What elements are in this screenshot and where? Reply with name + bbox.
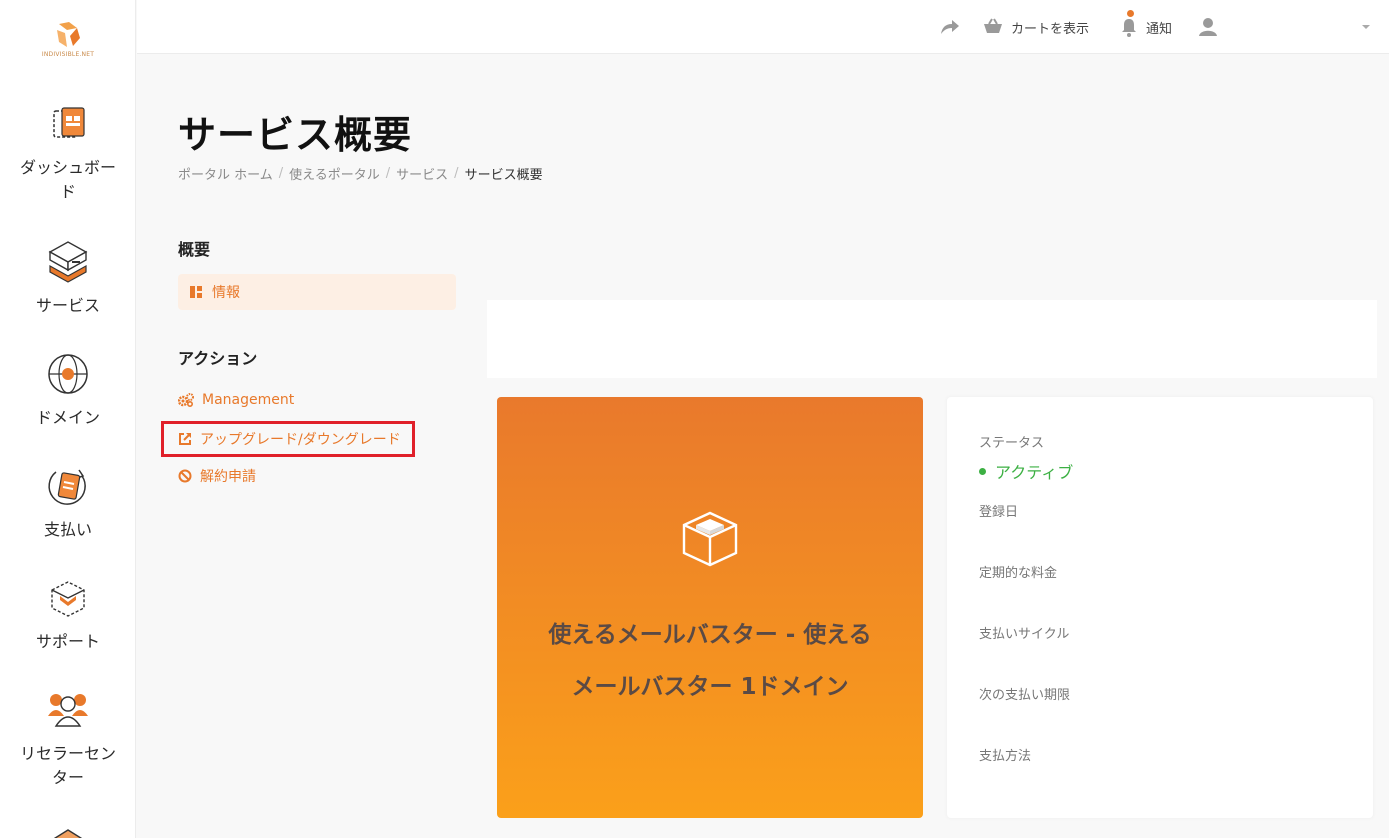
sidebar-item-label: 支払い (43, 520, 92, 539)
breadcrumb-separator: / (385, 166, 391, 181)
status-text: アクティブ (995, 463, 1074, 482)
sidebar-item-dashboard[interactable]: ダッシュボード (0, 102, 135, 204)
breadcrumb: ポータル ホーム / 使えるポータル / サービス / サービス概要 (178, 164, 543, 183)
product-name: 使えるメールバスター - 使えるメールバスター 1ドメイン (548, 622, 872, 700)
highlight-annotation (161, 421, 415, 457)
breadcrumb-separator: / (454, 166, 459, 181)
sidebar-item-support[interactable]: サポート (0, 576, 135, 654)
logo-text: INDIVISIBLE.NET (41, 51, 95, 58)
sidebar-item-label: ダッシュボード (19, 158, 116, 201)
status-value: アクティブ (979, 459, 1073, 483)
sidebar-item-domain[interactable]: ドメイン (0, 352, 135, 430)
service-box-icon (48, 241, 88, 283)
breadcrumb-current: サービス概要 (464, 168, 543, 183)
overview-section-title: 概要 (178, 240, 211, 259)
product-box-icon (682, 511, 738, 567)
brand-logo[interactable]: INDIVISIBLE.NET (38, 20, 98, 64)
notification-dot (1127, 10, 1134, 17)
payment-method-label: 支払方法 (979, 749, 1032, 764)
sidebar-item-label: ドメイン (35, 408, 100, 427)
view-cart-button[interactable]: カートを表示 (983, 14, 1089, 40)
gears-icon (178, 393, 194, 407)
action-management-label: Management (202, 392, 295, 408)
sidebar-item-service[interactable]: サービス (0, 240, 135, 318)
notify-label: 通知 (1146, 21, 1173, 37)
sidebar-item-label: サービス (35, 296, 100, 315)
sidebar-item-reseller[interactable]: リセラーセンター (0, 688, 135, 790)
next-due-date-label: 次の支払い期限 (979, 688, 1071, 703)
service-details-card: ステータス アクティブ 登録日 定期的な料金 支払いサイクル 次の支払い期限 支… (947, 397, 1373, 818)
content-panel (487, 300, 1377, 378)
cart-label: カートを表示 (1011, 21, 1090, 37)
breadcrumb-portal[interactable]: 使えるポータル (289, 164, 380, 183)
billing-cycle-label: 支払いサイクル (979, 627, 1070, 642)
user-dropdown-toggle[interactable] (1361, 14, 1371, 40)
action-management[interactable]: Management (178, 392, 294, 408)
info-panel-icon (190, 286, 202, 298)
breadcrumb-separator: / (278, 166, 284, 181)
share-icon (941, 20, 959, 34)
logo-icon (57, 22, 80, 47)
menu-item-info[interactable]: 情報 (178, 274, 456, 310)
action-cancel-request-label: 解約申請 (200, 469, 256, 485)
user-menu-button[interactable] (1199, 14, 1217, 40)
cart-icon (984, 18, 1002, 33)
registered-date-label: 登録日 (979, 505, 1019, 520)
page-title: サービス概要 (178, 113, 413, 157)
sidebar-item-payment[interactable]: 支払い (0, 464, 135, 542)
recurring-amount-label: 定期的な料金 (979, 566, 1058, 581)
sidebar: INDIVISIBLE.NET ダッシュボード サービス ドメイン 支払い サポ… (0, 0, 136, 838)
action-cancel-request[interactable]: 解約申請 (178, 466, 256, 486)
status-label: ステータス (979, 436, 1045, 451)
top-bar: カートを表示 通知 (137, 0, 1389, 54)
support-icon (51, 581, 85, 617)
payment-icon (48, 469, 86, 505)
domain-globe-icon (48, 354, 88, 394)
sidebar-item-label: サポート (35, 632, 100, 651)
caret-down-icon (1362, 25, 1370, 29)
status-dot (979, 467, 986, 475)
dashboard-icon (53, 107, 85, 138)
breadcrumb-services[interactable]: サービス (396, 164, 448, 183)
bell-icon (1122, 19, 1136, 37)
product-card: 使えるメールバスター - 使えるメールバスター 1ドメイン (497, 397, 923, 818)
breadcrumb-portal-home[interactable]: ポータル ホーム (178, 164, 273, 183)
ban-icon (178, 469, 192, 483)
user-icon (1199, 18, 1217, 36)
share-button[interactable] (940, 14, 960, 40)
sidebar-item-label: リセラーセンター (19, 744, 116, 787)
reseller-icon (48, 694, 88, 727)
sidebar-item-more[interactable] (0, 826, 135, 838)
actions-section-title: アクション (178, 349, 258, 368)
bell-wrapper (1120, 10, 1138, 37)
menu-item-info-label: 情報 (212, 285, 240, 301)
notifications-button[interactable]: 通知 (1120, 10, 1173, 40)
more-icon (53, 829, 83, 838)
